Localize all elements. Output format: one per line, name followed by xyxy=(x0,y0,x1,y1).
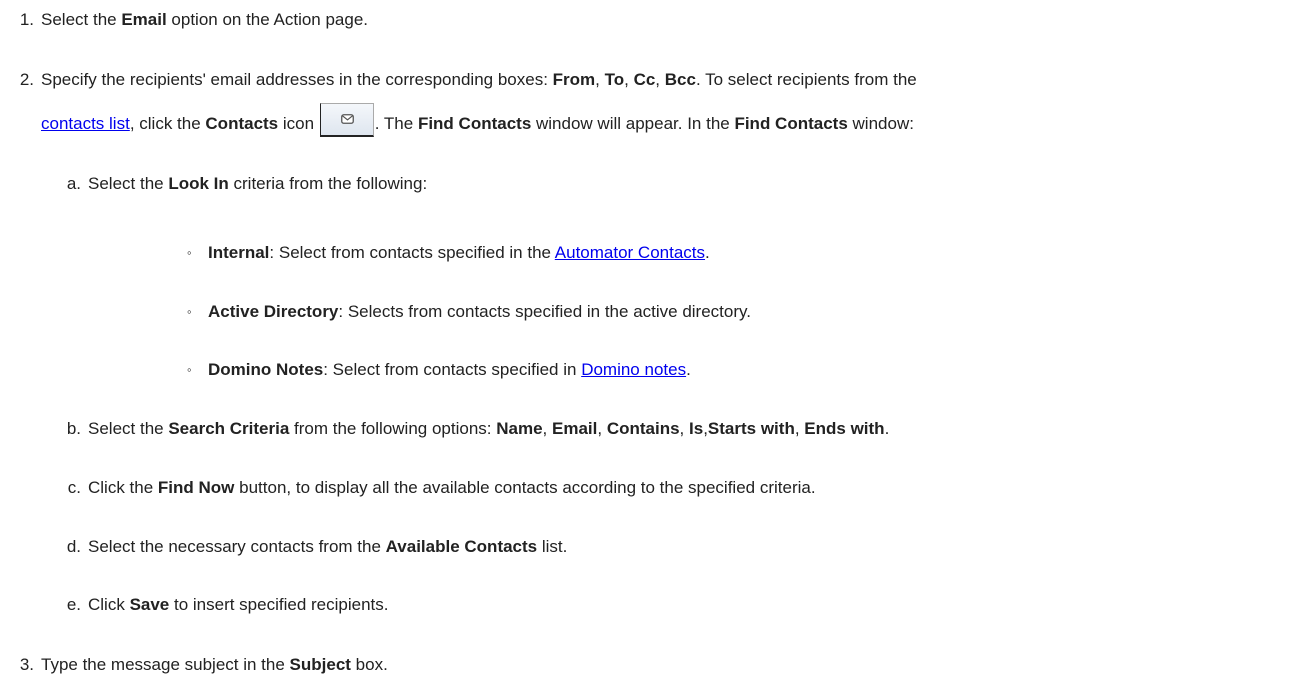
automator-contacts-link[interactable]: Automator Contacts xyxy=(555,243,705,262)
bullet-marker: ◦ xyxy=(187,245,192,260)
step-number: 1. xyxy=(19,10,34,29)
step-2-continued: contacts list, click the Contacts icon .… xyxy=(41,103,914,137)
substep-letter: b. xyxy=(66,419,81,438)
substep-text: Click Save to insert specified recipient… xyxy=(88,595,389,614)
substep-letter: a. xyxy=(66,174,81,193)
step-number: 3. xyxy=(19,655,34,674)
substep-text: Select the Search Criteria from the foll… xyxy=(88,419,890,438)
option-text: Domino Notes: Select from contacts speci… xyxy=(208,360,691,379)
substep-letter: c. xyxy=(67,478,81,497)
envelope-icon xyxy=(340,114,354,124)
option-text: Internal: Select from contacts specified… xyxy=(208,243,710,262)
substep-text: Click the Find Now button, to display al… xyxy=(88,478,816,497)
option-text: Active Directory: Selects from contacts … xyxy=(208,302,751,321)
domino-notes-link[interactable]: Domino notes xyxy=(581,360,686,379)
substep-text: Select the necessary contacts from the A… xyxy=(88,537,568,556)
substep-letter: d. xyxy=(66,537,81,556)
contacts-button[interactable] xyxy=(319,103,374,137)
step-text: Type the message subject in the Subject … xyxy=(41,655,388,674)
step-text: Specify the recipients' email addresses … xyxy=(41,70,917,89)
step-number: 2. xyxy=(19,70,34,89)
bullet-marker: ◦ xyxy=(187,304,192,319)
step-text: Select the Email option on the Action pa… xyxy=(41,10,369,29)
substep-letter: e. xyxy=(66,595,81,614)
substep-text: Select the Look In criteria from the fol… xyxy=(88,174,428,193)
bullet-marker: ◦ xyxy=(187,362,192,377)
contacts-list-link[interactable]: contacts list xyxy=(41,114,130,133)
